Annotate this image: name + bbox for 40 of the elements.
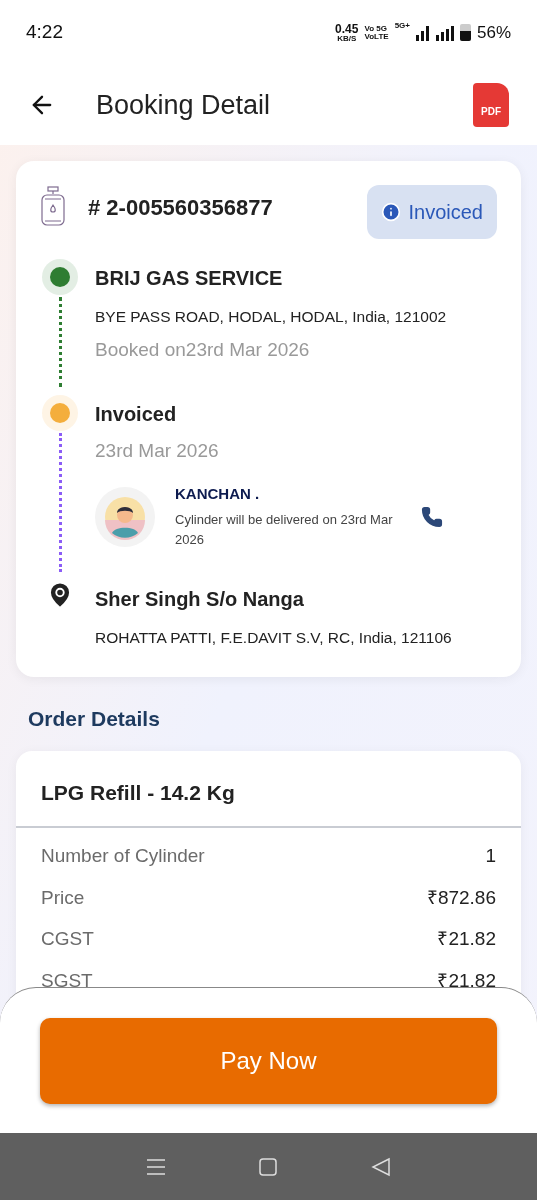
detail-value: ₹21.82 — [437, 927, 496, 951]
address-text: BYE PASS ROAD, HODAL, HODAL, India, 121002 — [95, 307, 448, 327]
detail-label: SGST — [41, 968, 93, 993]
home-icon[interactable] — [258, 1156, 279, 1177]
clock: 4:22 — [26, 20, 63, 45]
network-type: 5G+ — [394, 19, 410, 32]
date-text: 23rd Mar 2026 — [95, 438, 220, 463]
address-text: ROHATTA PATTI, F.E.DAVIT S.V, RC, India, 121106 — [95, 627, 453, 648]
pay-now-button[interactable]: Pay Now — [40, 1018, 497, 1104]
volte-label: Vo 5G — [364, 24, 388, 33]
status-badge: Invoiced — [366, 185, 497, 239]
phone-icon — [421, 505, 443, 528]
detail-label: Price — [41, 885, 85, 910]
battery-percent: 56% — [476, 21, 511, 44]
signal-icon — [415, 24, 430, 41]
agent-name: KANCHAN . — [175, 484, 261, 505]
detail-value: ₹872.86 — [426, 885, 496, 910]
data-speed: 0.45 — [335, 22, 359, 35]
detail-label: Number of Cylinder — [41, 844, 205, 868]
booking-number: # 2-005560356877 — [88, 194, 273, 222]
timeline-title: Sher Singh S/o Nanga — [95, 586, 305, 612]
detail-label: CGST — [41, 927, 94, 951]
avatar-icon — [95, 486, 155, 547]
delivery-message: Cylinder will be delivered on 23rd Mar 2026 — [175, 510, 394, 549]
date-text: Booked on23rd Mar 2026 — [95, 338, 311, 363]
product-name: LPG Refill - 14.2 Kg — [16, 750, 521, 828]
gas-cylinder-icon — [40, 185, 66, 229]
detail-value: ₹21.82 — [437, 968, 496, 993]
info-icon — [380, 202, 401, 222]
page-title: Booking Detail — [96, 88, 271, 122]
timeline-title: BRIJ GAS SERVICE — [95, 266, 284, 291]
detail-value: 1 — [485, 844, 496, 868]
volte-label: VoLTE — [364, 32, 389, 41]
battery-icon — [459, 24, 471, 41]
menu-icon[interactable] — [146, 1157, 167, 1176]
signal-icon — [435, 24, 454, 41]
data-speed-unit: KB/S — [337, 34, 357, 43]
section-heading: Order Details — [28, 706, 161, 732]
timeline-title: Invoiced — [95, 401, 178, 427]
pdf-button[interactable]: PDF — [473, 83, 509, 127]
